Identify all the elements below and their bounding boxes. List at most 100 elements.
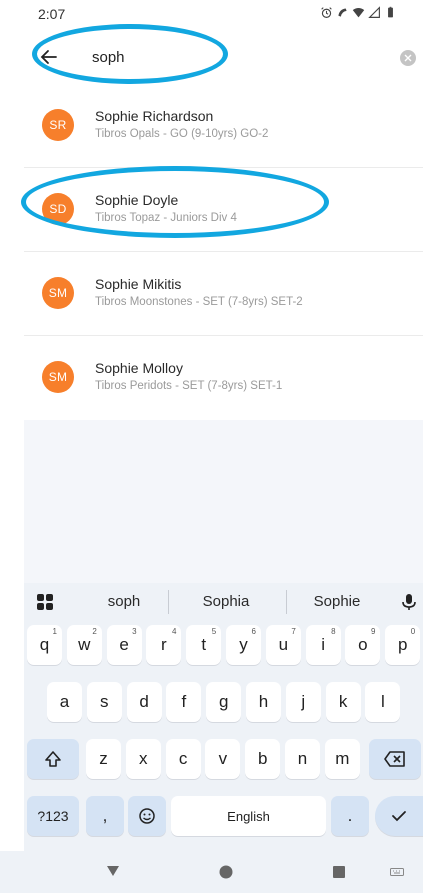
result-team: Tibros Opals - GO (9-10yrs) GO-2	[95, 128, 269, 140]
key-b[interactable]: b	[245, 739, 281, 779]
soft-keyboard: soph Sophia Sophie q1w2e3r4t5y6u7i8o9p0 …	[24, 583, 423, 851]
alarm-icon	[321, 7, 332, 18]
key-label: r	[161, 635, 167, 654]
key-s[interactable]: s	[86, 682, 122, 722]
vibrate-icon	[338, 8, 347, 17]
navigation-bar	[0, 851, 423, 893]
result-team: Tibros Moonstones - SET (7-8yrs) SET-2	[95, 296, 303, 308]
enter-key[interactable]	[375, 796, 423, 836]
backspace-key[interactable]	[369, 739, 421, 779]
shift-icon	[45, 751, 61, 767]
result-team: Tibros Topaz - Juniors Div 4	[95, 212, 237, 224]
result-name: Sophie Mikitis	[95, 276, 182, 292]
results-list: SR Sophie Richardson Tibros Opals - GO (…	[24, 84, 423, 420]
key-f[interactable]: f	[166, 682, 202, 722]
search-input[interactable]	[92, 42, 372, 72]
suggestion-divider	[168, 590, 169, 614]
emoji-key[interactable]	[128, 796, 166, 836]
avatar: SM	[42, 361, 74, 393]
key-hint: 7	[291, 627, 296, 636]
key-hint: 4	[171, 627, 177, 636]
key-hint: 3	[132, 627, 137, 636]
symbols-key[interactable]: ?123	[27, 796, 79, 836]
key-d[interactable]: d	[126, 682, 162, 722]
check-icon	[392, 811, 406, 822]
home-circle-icon[interactable]	[219, 865, 233, 879]
key-label: y	[239, 635, 248, 654]
microphone-icon[interactable]	[399, 592, 419, 612]
key-h[interactable]: h	[246, 682, 281, 722]
wifi-icon	[352, 8, 365, 18]
key-label: t	[201, 635, 207, 654]
emoji-icon	[139, 808, 155, 824]
arrow-left-icon	[40, 50, 57, 64]
key-z[interactable]: z	[86, 739, 121, 779]
back-triangle-icon[interactable]	[106, 865, 120, 877]
suggestion-1[interactable]: soph	[96, 593, 152, 610]
key-p[interactable]: p0	[385, 625, 421, 665]
key-k[interactable]: k	[325, 682, 361, 722]
key-t[interactable]: t5	[186, 625, 222, 665]
avatar: SD	[42, 193, 74, 225]
key-label: i	[321, 635, 325, 654]
shift-key[interactable]	[27, 739, 79, 779]
key-o[interactable]: o9	[345, 625, 381, 665]
key-hint: 5	[211, 627, 217, 636]
key-label: e	[119, 635, 129, 654]
result-team: Tibros Peridots - SET (7-8yrs) SET-1	[95, 380, 283, 392]
backspace-icon	[384, 751, 405, 767]
apps-grid-icon[interactable]	[36, 593, 54, 611]
key-c[interactable]: c	[165, 739, 201, 779]
key-label: q	[39, 635, 50, 654]
key-g[interactable]: g	[206, 682, 242, 722]
key-label: w	[78, 635, 91, 654]
key-q[interactable]: q1	[27, 625, 62, 665]
suggestion-divider	[286, 590, 287, 614]
key-hint: 9	[370, 627, 376, 636]
space-key[interactable]: English	[171, 796, 326, 836]
key-hint: 8	[331, 627, 336, 636]
search-bar	[0, 34, 423, 82]
key-m[interactable]: m	[324, 739, 360, 779]
key-r[interactable]: r4	[146, 625, 182, 665]
key-y[interactable]: y6	[226, 625, 261, 665]
keyboard-switch-icon[interactable]	[390, 868, 404, 876]
key-label: o	[358, 635, 368, 654]
status-icons	[320, 6, 397, 19]
key-label: u	[278, 635, 289, 654]
result-item-sophie-richardson[interactable]: SR Sophie Richardson Tibros Opals - GO (…	[24, 84, 423, 168]
recents-square-icon[interactable]	[333, 866, 345, 878]
result-item-sophie-molloy[interactable]: SM Sophie Molloy Tibros Peridots - SET (…	[24, 336, 423, 420]
empty-list-area	[24, 420, 423, 583]
key-e[interactable]: e3	[106, 625, 142, 665]
key-hint: 1	[52, 627, 57, 636]
key-n[interactable]: n	[285, 739, 320, 779]
period-key[interactable]: .	[331, 796, 369, 836]
signal-icon	[368, 6, 380, 18]
result-item-sophie-doyle[interactable]: SD Sophie Doyle Tibros Topaz - Juniors D…	[24, 168, 423, 252]
result-name: Sophie Molloy	[95, 360, 183, 376]
clear-search-button[interactable]	[400, 50, 416, 66]
comma-key[interactable]: ,	[86, 796, 124, 836]
battery-icon	[388, 6, 393, 18]
key-j[interactable]: j	[285, 682, 321, 722]
key-x[interactable]: x	[125, 739, 161, 779]
avatar: SM	[42, 277, 74, 309]
status-time: 2:07	[38, 6, 66, 22]
suggestion-bar: soph Sophia Sophie	[24, 583, 423, 621]
suggestion-3[interactable]: Sophie	[306, 593, 368, 610]
key-u[interactable]: u7	[265, 625, 301, 665]
key-i[interactable]: i8	[305, 625, 341, 665]
result-name: Sophie Richardson	[95, 108, 214, 124]
key-a[interactable]: a	[47, 682, 82, 722]
close-icon	[404, 54, 412, 62]
status-bar: 2:07	[0, 0, 423, 28]
key-label: p	[397, 635, 408, 654]
suggestion-2[interactable]: Sophia	[194, 593, 258, 610]
key-hint: 2	[92, 627, 97, 636]
key-l[interactable]: l	[365, 682, 401, 722]
result-item-sophie-mikitis[interactable]: SM Sophie Mikitis Tibros Moonstones - SE…	[24, 252, 423, 336]
key-w[interactable]: w2	[66, 625, 102, 665]
back-button[interactable]	[36, 44, 62, 70]
key-v[interactable]: v	[205, 739, 241, 779]
